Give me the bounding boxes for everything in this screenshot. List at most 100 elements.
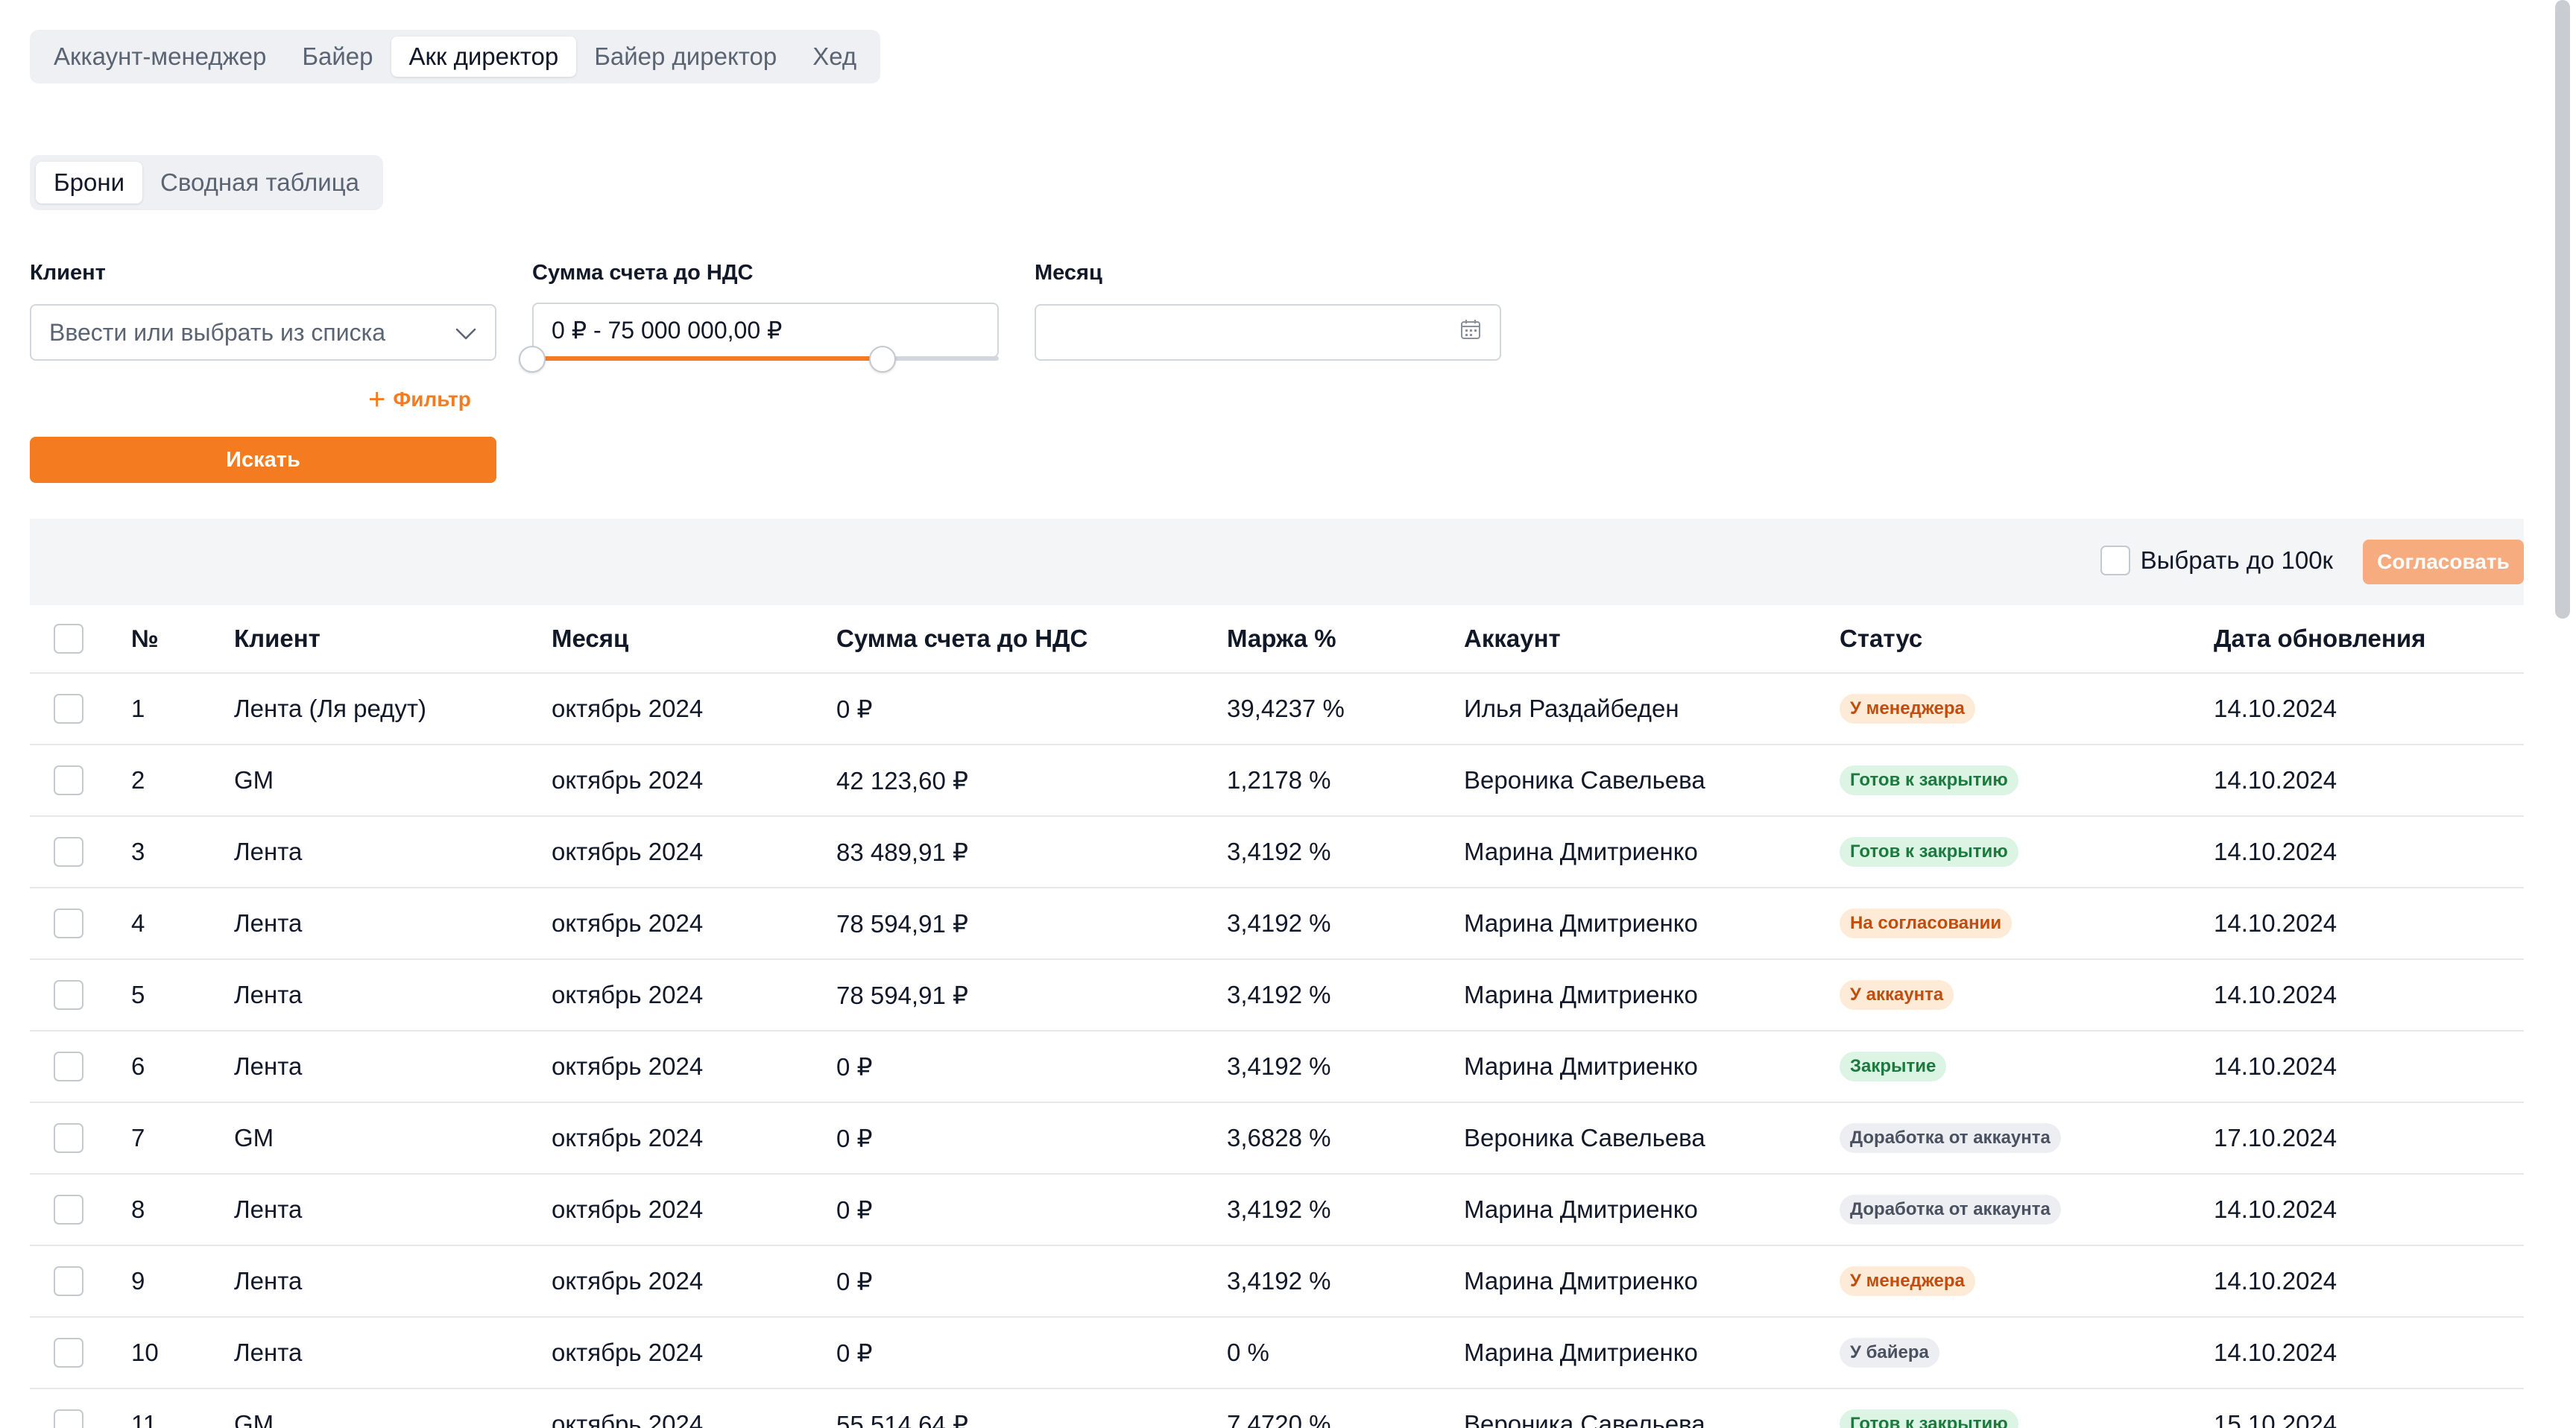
role-tabs: Аккаунт-менеджер Байер Акк директор Байер д…: [30, 30, 881, 83]
checkbox-icon[interactable]: [54, 1338, 83, 1368]
table-row[interactable]: 7 GM октябрь 2024 0 ₽ 3,6828 % Вероника Савел…: [30, 1103, 2524, 1175]
header-margin[interactable]: Маржа %: [1227, 605, 1336, 672]
row-checkbox[interactable]: [54, 1103, 83, 1173]
checkbox-icon[interactable]: [54, 694, 83, 724]
select-all-checkbox[interactable]: [54, 605, 83, 672]
sum-range-value: 0 ₽ - 75 000 000,00 ₽: [552, 317, 783, 344]
tab-role-3[interactable]: Байер директор: [576, 37, 795, 77]
cell-margin: 3,4192 %: [1227, 981, 1331, 1008]
checkbox-icon[interactable]: [54, 1123, 83, 1153]
header-sum[interactable]: Сумма счета до НДС: [836, 605, 1087, 672]
checkbox-icon[interactable]: [54, 1266, 83, 1296]
client-select[interactable]: Ввести или выбрать из списка: [30, 304, 496, 361]
tab-view-1[interactable]: Сводная таблица: [142, 162, 377, 203]
status-badge: У менеджера: [1840, 694, 1975, 724]
checkbox-icon[interactable]: [54, 1409, 83, 1428]
cell-margin: 39,4237 %: [1227, 695, 1345, 722]
cell-margin: 3,6828 %: [1227, 1124, 1331, 1151]
header-status[interactable]: Статус: [1840, 605, 1922, 672]
cell-date: 14.10.2024: [2214, 909, 2337, 937]
tab-role-1[interactable]: Байер: [284, 37, 391, 77]
cell-num: 10: [131, 1339, 159, 1366]
table-row[interactable]: 4 Лента октябрь 2024 78 594,91 ₽ 3,4192 % Мар…: [30, 888, 2524, 960]
cell-status: У менеджера: [1840, 1246, 1975, 1316]
cell-margin: 1,2178 %: [1227, 766, 1331, 794]
header-date[interactable]: Дата обновления: [2214, 605, 2425, 672]
tab-role-2[interactable]: Акк директор: [391, 37, 577, 77]
cell-account: Марина Дмитриенко: [1464, 981, 1698, 1008]
status-badge: Закрытие: [1840, 1052, 1947, 1081]
cell-num: 5: [131, 981, 145, 1008]
row-checkbox[interactable]: [54, 960, 83, 1030]
table-row[interactable]: 8 Лента октябрь 2024 0 ₽ 3,4192 % Марина Дмит…: [30, 1175, 2524, 1246]
cell-client: GM: [234, 1410, 274, 1428]
cell-client: Лента: [234, 1339, 303, 1366]
calendar-icon[interactable]: [1459, 318, 1482, 347]
checkbox-icon[interactable]: [54, 1195, 83, 1225]
header-month[interactable]: Месяц: [552, 605, 628, 672]
page-scrollbar[interactable]: [2555, 0, 2570, 619]
checkbox-icon[interactable]: [54, 1052, 83, 1081]
checkbox-icon[interactable]: [54, 837, 83, 867]
cell-num: 4: [131, 909, 145, 937]
cell-status: Готов к закрытию: [1840, 817, 2018, 887]
cell-month: октябрь 2024: [552, 695, 704, 722]
select-under-100k-checkbox[interactable]: Выбрать до 100к: [2100, 546, 2333, 575]
cell-date: 14.10.2024: [2214, 981, 2337, 1008]
cell-margin: 3,4192 %: [1227, 838, 1331, 865]
table-row[interactable]: 5 Лента октябрь 2024 78 594,91 ₽ 3,4192 % Мар…: [30, 960, 2524, 1031]
cell-date: 17.10.2024: [2214, 1124, 2337, 1151]
cell-month: октябрь 2024: [552, 1339, 704, 1366]
table-row[interactable]: 2 GM октябрь 2024 42 123,60 ₽ 1,2178 % Верони…: [30, 745, 2524, 817]
sum-slider-max-handle[interactable]: [868, 346, 896, 373]
row-checkbox[interactable]: [54, 888, 83, 958]
checkbox-icon[interactable]: [54, 765, 83, 795]
cell-sum: 0 ₽: [836, 1052, 873, 1081]
row-checkbox[interactable]: [54, 1318, 83, 1388]
sum-range-input[interactable]: 0 ₽ - 75 000 000,00 ₽: [532, 303, 999, 358]
cell-sum: 42 123,60 ₽: [836, 766, 968, 794]
tab-role-0[interactable]: Аккаунт-менеджер: [36, 37, 284, 77]
status-badge: На согласовании: [1840, 909, 2012, 938]
approve-button[interactable]: Согласовать: [2363, 540, 2524, 584]
tab-view-0[interactable]: Брони: [36, 162, 143, 203]
table-row[interactable]: 11 GM октябрь 2024 55 514,64 ₽ 7,4720 % Верон…: [30, 1389, 2524, 1428]
row-checkbox[interactable]: [54, 1246, 83, 1316]
month-picker[interactable]: [1035, 304, 1501, 361]
header-num[interactable]: №: [131, 605, 159, 672]
checkbox-icon[interactable]: [54, 980, 83, 1010]
table-row[interactable]: 1 Лента (Ля редут) октябрь 2024 0 ₽ 39,4237 …: [30, 674, 2524, 745]
table-row[interactable]: 6 Лента октябрь 2024 0 ₽ 3,4192 % Марина Дмит…: [30, 1031, 2524, 1103]
row-checkbox[interactable]: [54, 674, 83, 744]
cell-month: октябрь 2024: [552, 766, 704, 794]
table-row[interactable]: 10 Лента октябрь 2024 0 ₽ 0 % Марина Дмитриен…: [30, 1318, 2524, 1389]
checkbox-icon[interactable]: [54, 624, 83, 654]
cell-month: октябрь 2024: [552, 1195, 704, 1223]
cell-month: октябрь 2024: [552, 981, 704, 1008]
row-checkbox[interactable]: [54, 817, 83, 887]
add-filter-button[interactable]: + Фильтр: [368, 385, 471, 414]
checkbox-icon[interactable]: [54, 909, 83, 938]
row-checkbox[interactable]: [54, 1389, 83, 1428]
tab-role-4[interactable]: Хед: [795, 37, 874, 77]
sum-slider-min-handle[interactable]: [519, 346, 546, 373]
select-under-100k-label: Выбрать до 100к: [2140, 546, 2333, 574]
cell-sum: 0 ₽: [836, 1339, 873, 1367]
header-account[interactable]: Аккаунт: [1464, 605, 1561, 672]
cell-status: Доработка от аккаунта: [1840, 1103, 2061, 1173]
row-checkbox[interactable]: [54, 745, 83, 815]
cell-account: Марина Дмитриенко: [1464, 1052, 1698, 1080]
cell-account: Марина Дмитриенко: [1464, 838, 1698, 865]
sum-label: Сумма счета до НДС: [532, 261, 754, 285]
row-checkbox[interactable]: [54, 1031, 83, 1102]
header-client[interactable]: Клиент: [234, 605, 321, 672]
table-row[interactable]: 9 Лента октябрь 2024 0 ₽ 3,4192 % Марина Дмит…: [30, 1246, 2524, 1318]
cell-client: Лента: [234, 1195, 303, 1223]
table-row[interactable]: 3 Лента октябрь 2024 83 489,91 ₽ 3,4192 % Мар…: [30, 817, 2524, 888]
checkbox-icon[interactable]: [2100, 546, 2130, 575]
search-button[interactable]: Искать: [30, 437, 496, 483]
status-badge: Готов к закрытию: [1840, 837, 2018, 867]
cell-status: Закрытие: [1840, 1031, 1947, 1102]
row-checkbox[interactable]: [54, 1175, 83, 1245]
cell-margin: 3,4192 %: [1227, 1267, 1331, 1295]
